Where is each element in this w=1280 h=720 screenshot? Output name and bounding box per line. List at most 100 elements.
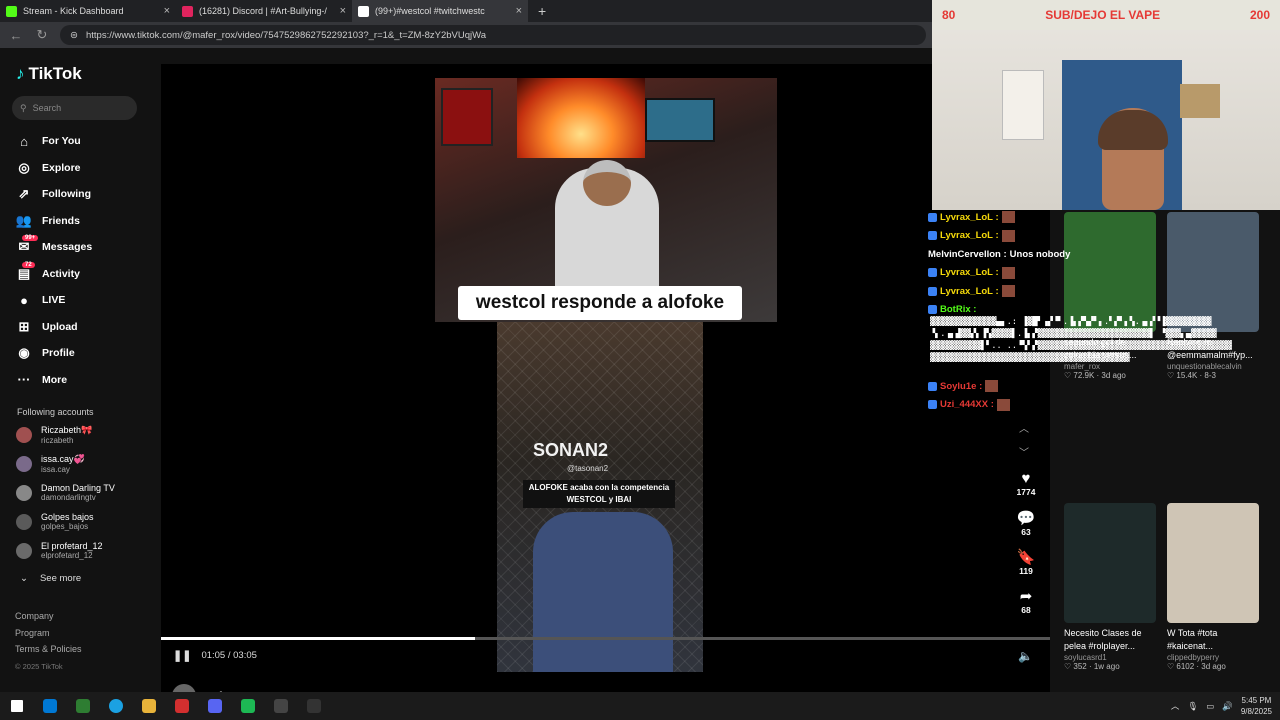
video-progress-fill <box>161 637 476 640</box>
footer-link-program[interactable]: Program <box>15 628 82 645</box>
taskbar-app-button[interactable] <box>264 692 297 720</box>
network-icon[interactable]: ▭ <box>1206 701 1214 712</box>
sub-goal-text: SUB/DEJO EL VAPE <box>1045 8 1161 22</box>
following-account[interactable]: Riczabeth🎀 riczabeth <box>16 420 115 449</box>
taskbar-app-button[interactable] <box>297 692 330 720</box>
taskbar-app-button[interactable] <box>231 692 264 720</box>
webcam-overlay: 80 SUB/DEJO EL VAPE 200 <box>932 0 1280 210</box>
taskbar-app-button[interactable] <box>66 692 99 720</box>
video-thumbnail[interactable] <box>1064 503 1156 623</box>
sidebar-item-more[interactable]: ··· More <box>16 367 92 394</box>
video-title: W Tota #tota #kaicenat... <box>1167 628 1218 651</box>
close-tab-icon[interactable]: × <box>516 5 522 17</box>
taskbar-app-button[interactable] <box>198 692 231 720</box>
address-text: https://www.tiktok.com/@mafer_rox/video/… <box>85 29 487 41</box>
taskbar-app-button[interactable] <box>132 692 165 720</box>
tiktok-note-icon: ♪ <box>16 64 25 83</box>
sidebar-item-messages[interactable]: ✉ 99+ Messages <box>16 234 92 261</box>
sidebar-item-for-you[interactable]: ⌂ For You <box>16 128 92 155</box>
microphone-icon[interactable]: 🎙 <box>1187 701 1198 712</box>
like-icon: ♥ <box>1021 470 1031 487</box>
like-button[interactable]: ♥ 1774 <box>1017 470 1036 509</box>
following-account[interactable]: Damon Darling TV damondarlingtv <box>16 478 115 507</box>
new-tab-icon[interactable]: + <box>528 3 546 19</box>
taskbar-app-button[interactable] <box>165 692 198 720</box>
activity-icon: ▤ <box>17 265 31 281</box>
main-menu: ⌂ For You ◎ Explore ⇗ Following 👥 Friends ✉ 99+ Me… <box>16 128 92 393</box>
avatar <box>16 484 32 501</box>
home-icon: ⌂ <box>20 133 28 149</box>
browser-tab[interactable]: (16281) Discord | #Art-Bullying-/ × <box>176 0 352 22</box>
chat-message: Lyvrax_LoL : <box>928 264 1050 283</box>
emote-icon <box>1001 285 1015 298</box>
platform-badge-icon <box>928 231 937 241</box>
upload-icon: ⊞ <box>18 318 30 334</box>
sidebar-item-profile[interactable]: ◉ Profile <box>16 340 92 367</box>
tray-chevron-icon[interactable]: ︿ <box>1171 700 1180 712</box>
video-progress-bar[interactable] <box>161 637 1050 640</box>
comment-button[interactable]: 💬 63 <box>1017 509 1036 548</box>
close-tab-icon[interactable]: × <box>340 5 346 17</box>
speaker-icon[interactable]: 🔊 <box>1222 701 1233 712</box>
sidebar-item-explore[interactable]: ◎ Explore <box>16 155 92 182</box>
chat-username: Lyvrax_LoL : <box>940 267 999 279</box>
next-video-icon[interactable]: ﹀ <box>1019 442 1029 466</box>
footer-link-company[interactable]: Company <box>15 611 82 628</box>
search-input[interactable]: ⚲ Search <box>12 96 137 120</box>
following-account[interactable]: Golpes bajos golpes_bajos <box>16 507 115 536</box>
browser-tab[interactable]: (99+)#westcol #twitchwestc × <box>352 0 528 22</box>
suggested-video-card[interactable]: Necesito Clases de pelea #rolplayer... so… <box>1064 503 1156 671</box>
sidebar-item-label: Explore <box>42 161 81 174</box>
sidebar-item-label: Following <box>42 188 91 201</box>
sidebar-item-live[interactable]: ● LIVE <box>16 287 92 314</box>
chat-message: Soylu1e : <box>928 377 1050 396</box>
footer-link-terms[interactable]: Terms & Policies <box>15 644 82 661</box>
video-thumbnail[interactable] <box>1064 212 1156 332</box>
sidebar-item-following[interactable]: ⇗ Following <box>16 181 92 208</box>
video-thumbnail[interactable] <box>1167 212 1259 332</box>
compass-icon: ◎ <box>18 159 30 175</box>
following-account[interactable]: El profetard_12 elprofetard_12 <box>16 536 115 565</box>
see-more-button[interactable]: ⌄ See more <box>20 573 81 584</box>
sidebar-item-label: LIVE <box>42 294 66 307</box>
bookmark-button[interactable]: 🔖 119 <box>1017 548 1036 587</box>
following-account[interactable]: issa.cay💞 issa.cay <box>16 449 115 478</box>
account-text: Golpes bajos golpes_bajos <box>41 512 94 531</box>
previous-video-icon[interactable]: ︿ <box>1019 418 1029 442</box>
following-accounts-title: Following accounts <box>17 407 94 417</box>
action-count: 119 <box>1019 566 1033 576</box>
sidebar-item-label: Friends <box>42 214 80 227</box>
volume-icon[interactable]: 🔈 <box>1018 649 1033 663</box>
suggested-video-card[interactable]: W Tota #tota #kaicenat... clippedbyperry ♡… <box>1167 503 1259 671</box>
video-thumbnail[interactable] <box>1167 503 1259 623</box>
account-name: issa.cay💞 <box>41 453 85 464</box>
start-button[interactable] <box>0 692 33 720</box>
account-text: El profetard_12 elprofetard_12 <box>41 541 103 560</box>
close-tab-icon[interactable]: × <box>164 5 170 17</box>
ascii-art-message: ▓▓▓▓▓▓▓▓▓▓▓▓▓▄▖.: ▐▓█▘▗▞▝▘.▐▖▞▚▞▘▖.▘▞▘▖▚… <box>930 317 1232 363</box>
emote-icon <box>985 380 999 393</box>
sidebar-item-activity[interactable]: ▤ 72 Activity <box>16 261 92 288</box>
tab-favicon-icon <box>6 5 17 17</box>
reload-icon[interactable]: ↻ <box>34 27 50 43</box>
sidebar-item-label: Activity <box>42 267 80 280</box>
address-field[interactable]: ⊜ https://www.tiktok.com/@mafer_rox/vide… <box>60 25 926 45</box>
clock[interactable]: 5:45 PM 9/8/2025 <box>1241 695 1272 717</box>
live-icon: ● <box>20 292 28 308</box>
sidebar-item-upload[interactable]: ⊞ Upload <box>16 314 92 341</box>
share-button[interactable]: ➦ 68 <box>1020 587 1033 626</box>
browser-tab[interactable]: Stream - Kick Dashboard × <box>0 0 176 22</box>
sidebar-item-friends[interactable]: 👥 Friends <box>16 208 92 235</box>
pause-icon[interactable]: ❚❚ <box>173 649 191 662</box>
video-caption: westcol responde a alofoke <box>458 286 742 320</box>
author-avatar[interactable] <box>172 684 196 692</box>
taskbar-app-button[interactable] <box>99 692 132 720</box>
site-info-icon[interactable]: ⊜ <box>70 30 78 41</box>
taskbar-app-button[interactable] <box>33 692 66 720</box>
sidebar-item-label: More <box>42 373 68 386</box>
back-icon[interactable]: ← <box>8 28 24 43</box>
video-author[interactable]: mafer_rox <box>172 684 408 692</box>
video-player[interactable]: westcol responde a alofoke SONAN2 @tason… <box>161 64 1050 692</box>
tiktok-logo[interactable]: ♪ TikTok <box>16 64 82 84</box>
channel-watermark-handle: @tasonan2 <box>567 464 609 473</box>
